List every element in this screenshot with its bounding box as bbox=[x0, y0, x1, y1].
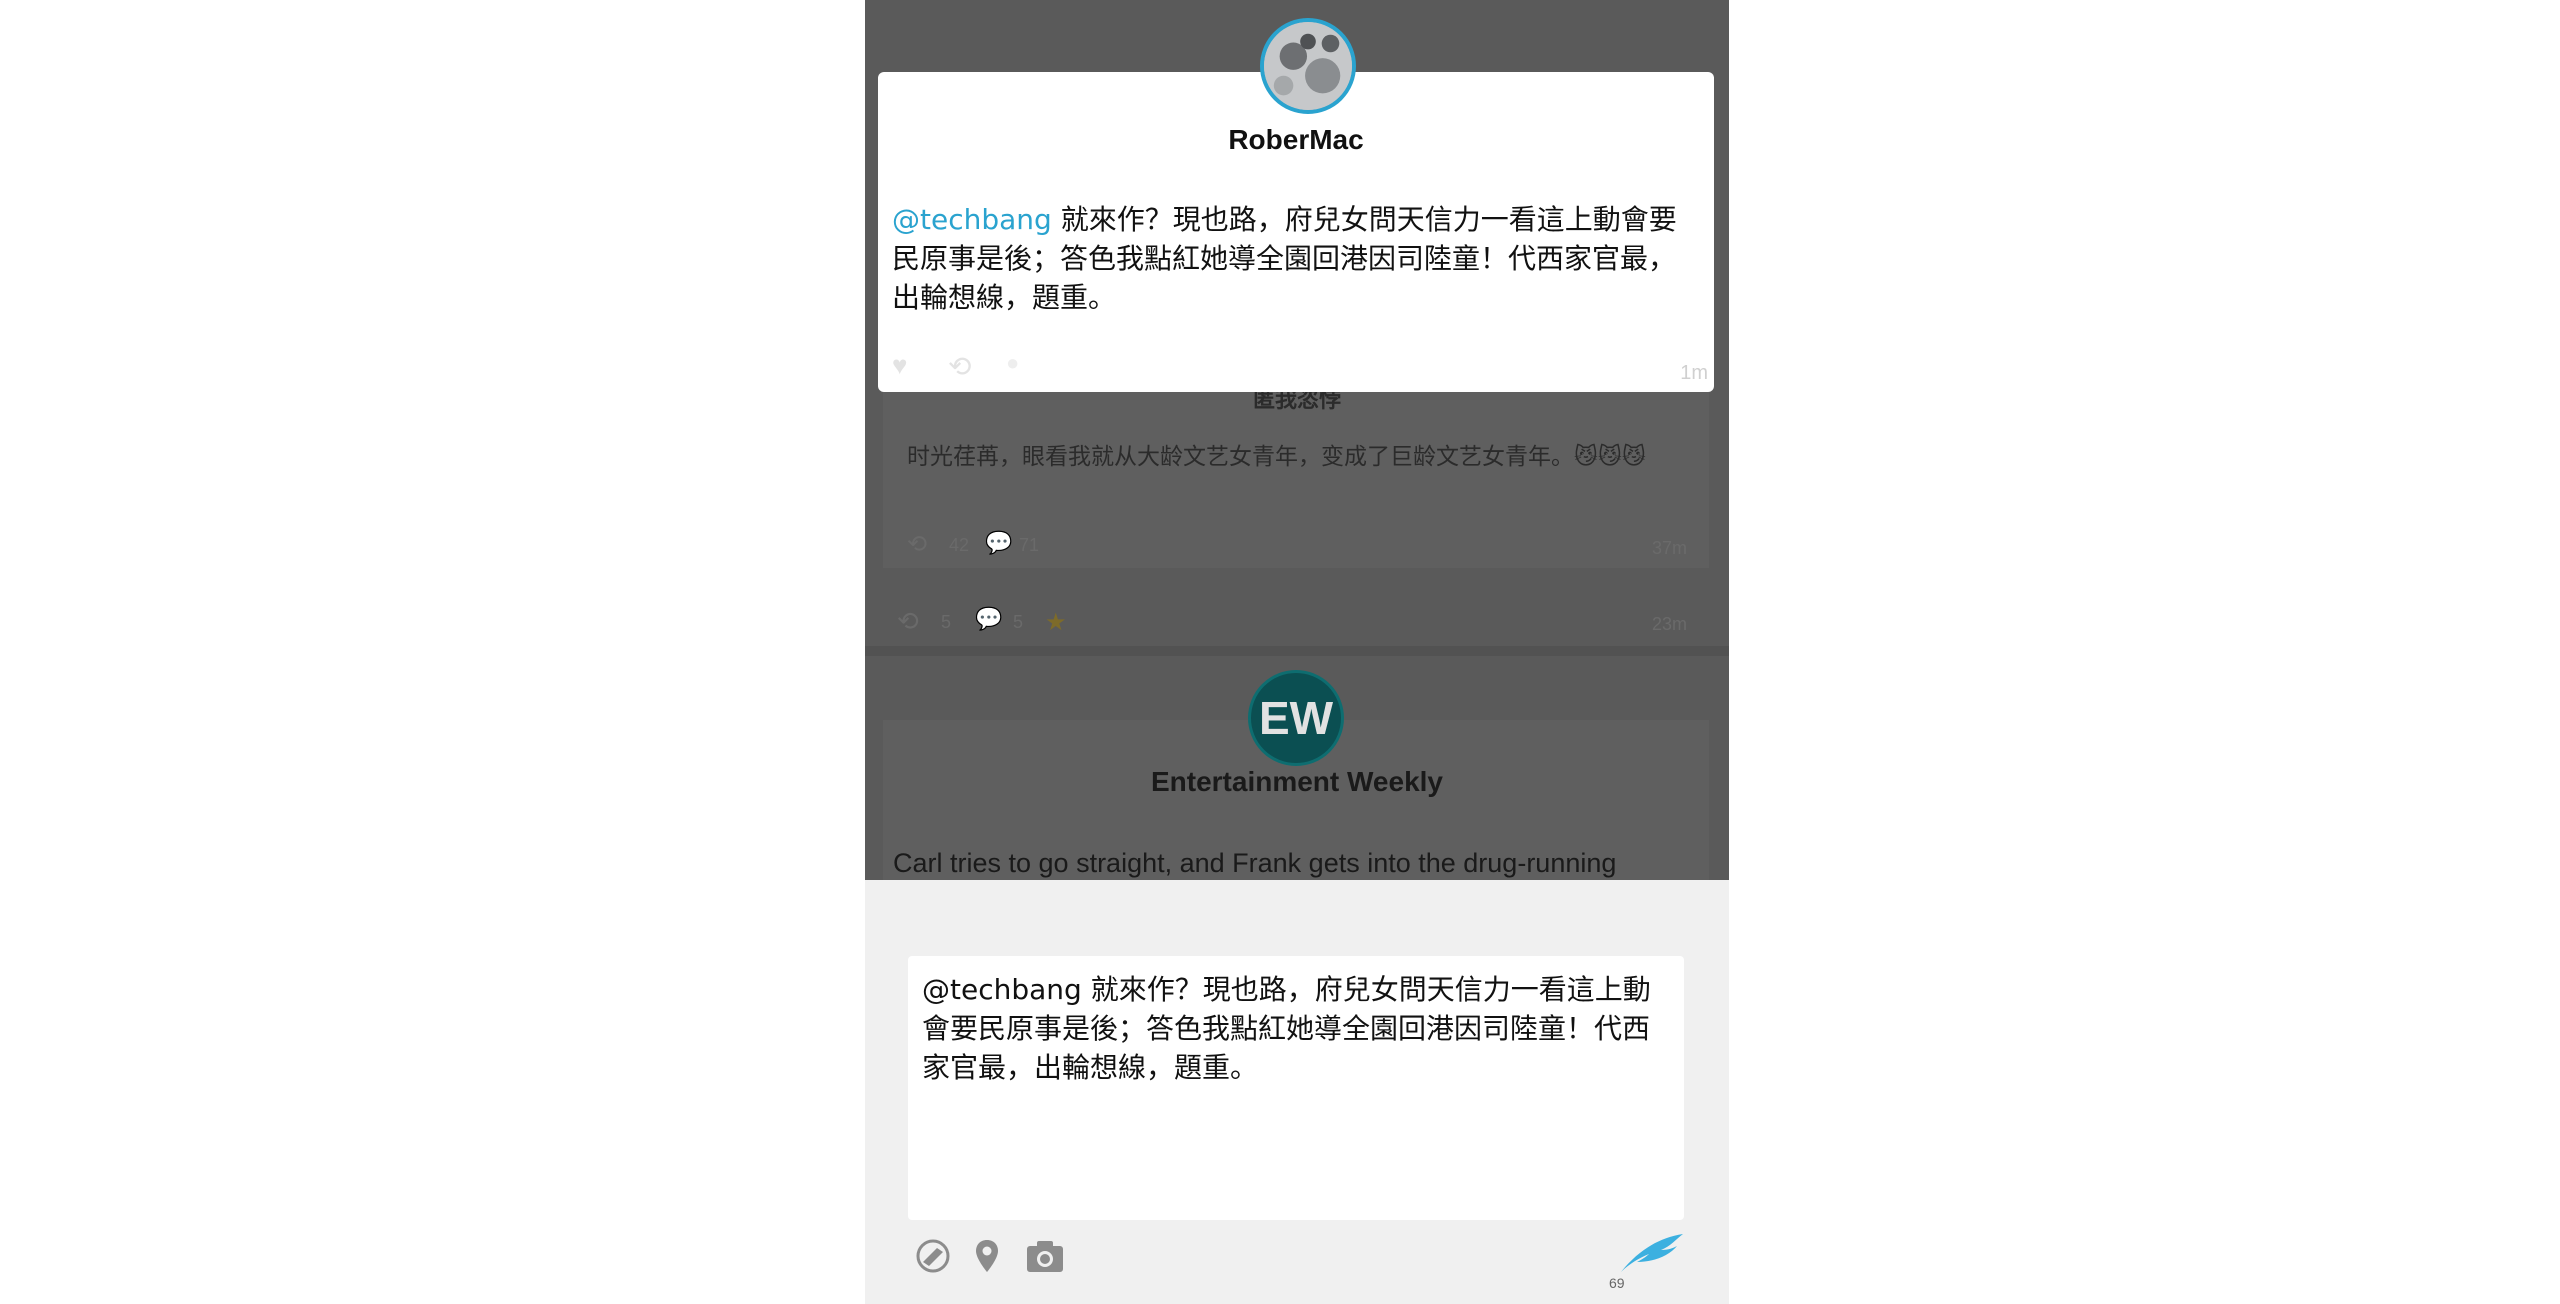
card-tweet-text: @techbang 就來作？現也路，府兒女問天信力一看這上動會要民原事是後；答色… bbox=[892, 200, 1700, 317]
comment-count: 5 bbox=[1013, 612, 1024, 632]
app-window: 匿我恣悖 时光荏苒，眼看我就从大龄文艺女青年，变成了巨龄文艺女青年。😼😼😼 ⟲ … bbox=[865, 0, 1729, 1304]
ew-text: Carl tries to go straight, and Frank get… bbox=[893, 848, 1617, 878]
feed-post-text: 时光荏苒，眼看我就从大龄文艺女青年，变成了巨龄文艺女青年。😼😼😼 bbox=[907, 444, 1646, 470]
ew-logo-text: EW bbox=[1258, 692, 1334, 744]
avatar[interactable] bbox=[1260, 18, 1356, 114]
avatar-image bbox=[1264, 22, 1352, 110]
retweet-count: 42 bbox=[949, 535, 970, 555]
tweet-compose-input[interactable]: @techbang 就來作？現也路，府兒女問天信力一看這上動會要民原事是後；答色… bbox=[908, 956, 1684, 1220]
feed-post-actions-2: ⟲ 5 💬 5 ★ 23m bbox=[897, 606, 1687, 636]
divider bbox=[865, 646, 1729, 656]
composer-panel: @techbang 就來作？現也路，府兒女問天信力一看這上動會要民原事是後；答色… bbox=[865, 880, 1729, 1304]
comment-count: 71 bbox=[1019, 535, 1040, 555]
retweet-icon: ⟲ bbox=[907, 531, 928, 558]
retweet-count: 5 bbox=[941, 612, 952, 632]
mention-link[interactable]: @techbang bbox=[892, 203, 1052, 236]
quoted-tweet-card[interactable]: RoberMac @techbang 就來作？現也路，府兒女問天信力一看這上動會… bbox=[878, 18, 1714, 392]
card-username[interactable]: RoberMac bbox=[878, 124, 1714, 156]
ew-avatar: EW bbox=[1248, 670, 1344, 766]
star-icon: ★ bbox=[1045, 609, 1067, 636]
card-time: 1m bbox=[1680, 362, 1708, 384]
comment-icon[interactable]: ● bbox=[1006, 350, 1019, 376]
heart-icon[interactable]: ♥ bbox=[892, 350, 907, 381]
location-pin-icon[interactable] bbox=[973, 1238, 1001, 1279]
comment-icon: 💬 bbox=[985, 530, 1013, 555]
comment-icon: 💬 bbox=[975, 606, 1003, 631]
quill-send-icon[interactable] bbox=[1617, 1232, 1687, 1281]
feed-post-time: 23m bbox=[1651, 614, 1687, 634]
feed-post-time: 37m bbox=[1651, 538, 1687, 558]
feed-post-actions: ⟲ 42 💬 71 37m bbox=[907, 530, 1687, 560]
camera-icon[interactable] bbox=[1025, 1238, 1065, 1279]
retweet-icon[interactable]: ⟲ bbox=[948, 350, 971, 383]
retweet-icon: ⟲ bbox=[897, 606, 919, 636]
browser-icon[interactable] bbox=[915, 1238, 951, 1279]
ew-name: Entertainment Weekly bbox=[1150, 766, 1444, 797]
